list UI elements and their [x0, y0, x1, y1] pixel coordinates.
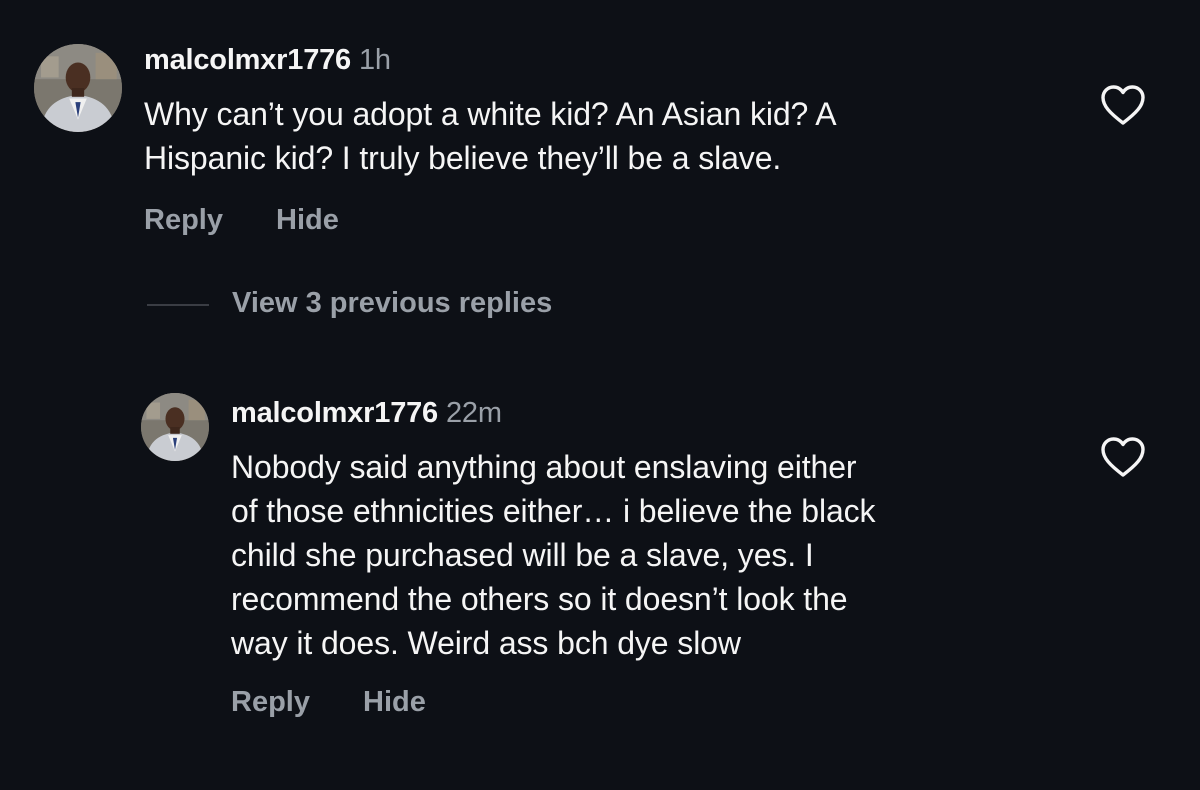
view-previous-replies-button[interactable]: View 3 previous replies [232, 287, 552, 320]
hide-button[interactable]: Hide [363, 686, 426, 719]
reply-line: child she purchased will be a slave, yes… [231, 537, 814, 573]
heart-outline-icon[interactable] [1100, 84, 1146, 126]
reply-button[interactable]: Reply [144, 204, 223, 237]
avatar[interactable] [141, 393, 209, 461]
username-text[interactable]: malcolmxr1776 [231, 397, 438, 429]
reply-line: way it does. Weird ass bch dye slow [231, 625, 741, 661]
comment-username[interactable]: malcolmxr1776 1h [144, 44, 391, 77]
reply-button[interactable]: Reply [231, 686, 310, 719]
comments-screen: malcolmxr1776 1h Why can’t you adopt a wh… [0, 0, 1200, 790]
avatar[interactable] [34, 44, 122, 132]
reply-line: Nobody said anything about enslaving eit… [231, 449, 857, 485]
reply-line: recommend the others so it doesn’t look … [231, 581, 848, 617]
reply-timestamp: 22m [446, 397, 502, 429]
comment-timestamp: 1h [359, 44, 391, 76]
profile-photo [141, 393, 209, 461]
reply-line: of those ethnicities either… i believe t… [231, 493, 876, 529]
hide-button[interactable]: Hide [276, 204, 339, 237]
profile-photo [34, 44, 122, 132]
reply-body: Nobody said anything about enslaving eit… [231, 445, 876, 665]
username-text[interactable]: malcolmxr1776 [144, 44, 351, 76]
comment-line: Hispanic kid? I truly believe they’ll be… [144, 140, 782, 176]
reply-username[interactable]: malcolmxr1776 22m [231, 397, 502, 430]
heart-outline-icon[interactable] [1100, 436, 1146, 478]
comment-line: Why can’t you adopt a white kid? An Asia… [144, 96, 837, 132]
comment-body: Why can’t you adopt a white kid? An Asia… [144, 92, 837, 180]
replies-divider [147, 304, 209, 306]
